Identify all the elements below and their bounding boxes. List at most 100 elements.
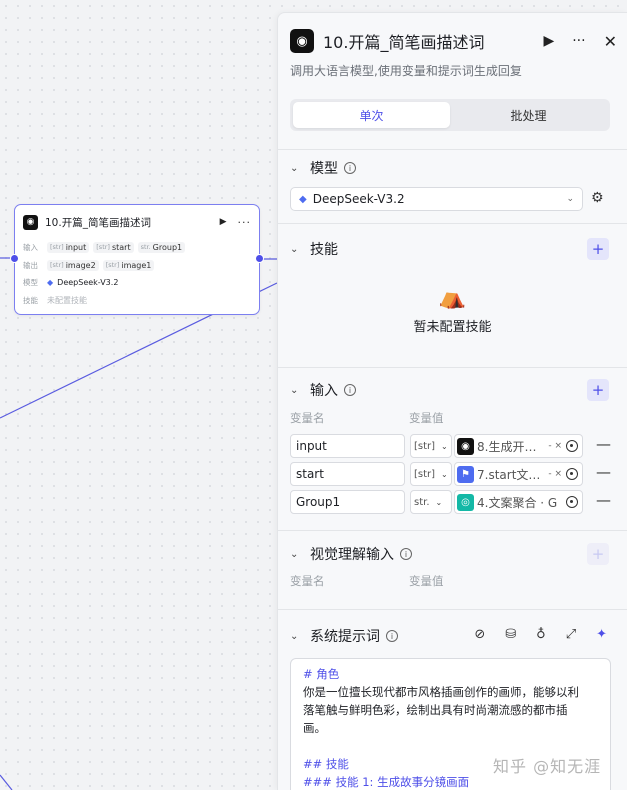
node-model-row: 模型 ◆ DeepSeek-V3.2 bbox=[23, 275, 118, 289]
system-prompt-section-header[interactable]: ⌄ 系统提示词 i bbox=[290, 626, 430, 646]
info-icon[interactable]: i bbox=[386, 630, 398, 642]
llm-node[interactable]: ◉ 10.开篇_简笔画描述词 ▶ ··· 输入 [str] input [str]… bbox=[14, 204, 260, 315]
info-icon[interactable]: i bbox=[344, 384, 356, 396]
add-skill-button[interactable]: + bbox=[587, 238, 609, 260]
prompt-line: 你是一位擅长现代都市风格插画创作的画师，能够以利 bbox=[303, 685, 579, 699]
chevron-down-icon[interactable]: ⌄ bbox=[290, 385, 302, 396]
run-icon[interactable]: ▶ bbox=[220, 217, 227, 227]
empty-box-icon: ⛺ bbox=[438, 285, 467, 310]
more-icon[interactable]: ··· bbox=[572, 33, 585, 49]
divider bbox=[278, 609, 627, 610]
edge-bottom-curve bbox=[0, 774, 13, 790]
panel-header: ◉ 10.开篇_简笔画描述词 ▶ ··· ✕ bbox=[290, 29, 617, 53]
node-model-value: DeepSeek-V3.2 bbox=[57, 277, 119, 287]
inputs-section-header[interactable]: ⌄ 输入 i + bbox=[290, 379, 609, 401]
variable-type-select[interactable]: [str] ⌄ bbox=[410, 462, 452, 486]
variable-value-text: 7.start文… bbox=[477, 467, 541, 482]
remove-input-button[interactable]: — bbox=[596, 463, 611, 481]
target-icon[interactable] bbox=[566, 468, 578, 480]
node-input-tag: [str] input bbox=[47, 241, 90, 253]
variable-name-field[interactable]: start bbox=[290, 462, 405, 486]
chevron-down-icon[interactable]: ⌄ bbox=[290, 631, 302, 642]
chevron-down-icon[interactable]: ⌄ bbox=[290, 244, 302, 255]
model-select-value: DeepSeek-V3.2 bbox=[312, 192, 405, 206]
input-variable-row: start [str] ⌄ ⚑ 7.start文… - × — bbox=[290, 462, 626, 486]
tab-single[interactable]: 单次 bbox=[293, 102, 450, 128]
input-variable-row: Group1 str. ⌄ ◎ 4.文案聚合 · G — bbox=[290, 490, 626, 514]
target-icon[interactable] bbox=[566, 496, 578, 508]
model-section-header[interactable]: ⌄ 模型 i bbox=[290, 158, 609, 178]
clear-icon[interactable]: - × bbox=[548, 469, 562, 479]
tab-batch[interactable]: 批处理 bbox=[450, 102, 607, 128]
node-output-port[interactable] bbox=[255, 254, 264, 263]
close-icon[interactable]: ✕ bbox=[604, 32, 617, 51]
chevron-down-icon: ⌄ bbox=[441, 441, 448, 451]
node-skill-row: 技能 未配置技能 bbox=[23, 293, 87, 307]
variable-value-ref[interactable]: ◎ 4.文案聚合 · G bbox=[454, 490, 583, 514]
chevron-down-icon[interactable]: ⌄ bbox=[290, 163, 302, 174]
chevron-down-icon: ⌄ bbox=[435, 497, 443, 507]
info-icon[interactable]: i bbox=[400, 548, 412, 560]
divider bbox=[278, 367, 627, 368]
divider bbox=[278, 149, 627, 150]
vision-section-title: 视觉理解输入 bbox=[310, 547, 394, 563]
column-header-name: 变量名 bbox=[290, 411, 325, 425]
variable-name-field[interactable]: Group1 bbox=[290, 490, 405, 514]
info-icon[interactable]: i bbox=[344, 162, 356, 174]
node-title: 10.开篇_简笔画描述词 bbox=[45, 216, 151, 229]
target-icon[interactable] bbox=[566, 440, 578, 452]
skills-section-header[interactable]: ⌄ 技能 + bbox=[290, 238, 609, 260]
add-input-button[interactable]: + bbox=[587, 379, 609, 401]
prompt-line: 画。 bbox=[303, 721, 326, 735]
node-input-port[interactable] bbox=[10, 254, 19, 263]
variable-name-field[interactable]: input bbox=[290, 434, 405, 458]
node-config-panel: ◉ 10.开篇_简笔画描述词 ▶ ··· ✕ 调用大语言模型,使用变量和提示词生… bbox=[277, 12, 627, 790]
node-input-label: 输入 bbox=[23, 242, 38, 252]
chevron-down-icon: ⌄ bbox=[566, 194, 574, 204]
column-header-value: 变量值 bbox=[409, 574, 444, 588]
expand-icon[interactable]: ⤢ bbox=[566, 627, 576, 642]
variable-type-select[interactable]: str. ⌄ bbox=[410, 490, 452, 514]
sparkle-icon[interactable]: ✦ bbox=[596, 627, 607, 642]
variable-value-ref[interactable]: ⚑ 7.start文… - × bbox=[454, 462, 583, 486]
clear-icon[interactable]: - × bbox=[548, 441, 562, 451]
node-skill-value: 未配置技能 bbox=[47, 295, 87, 305]
node-output-tag: [str] image2 bbox=[47, 259, 99, 271]
divider bbox=[278, 223, 627, 224]
run-icon[interactable]: ▶ bbox=[543, 33, 554, 49]
split-icon: ⚑ bbox=[457, 465, 474, 483]
whale-icon: ◆ bbox=[299, 193, 307, 205]
compass-icon[interactable]: ⊘ bbox=[474, 627, 485, 642]
remove-input-button[interactable]: — bbox=[596, 491, 611, 509]
prompt-toolbar: ⊘ ⛁ ♁ ⤢ ✦ bbox=[474, 627, 607, 642]
node-model-label: 模型 bbox=[23, 277, 38, 287]
skills-section-title: 技能 bbox=[310, 242, 338, 258]
watermark: 知乎 @知无涯 bbox=[493, 757, 602, 776]
lightbulb-icon[interactable]: ♁ bbox=[536, 627, 546, 642]
add-vision-input-button[interactable]: + bbox=[587, 543, 609, 565]
model-select[interactable]: ◆ DeepSeek-V3.2 ⌄ bbox=[290, 187, 583, 211]
gear-icon[interactable]: ⚙ bbox=[591, 190, 604, 206]
node-inputs-row: 输入 [str] input [str] start str. Group1 bbox=[23, 240, 189, 254]
bot-icon: ◉ bbox=[457, 437, 474, 455]
bot-icon: ◉ bbox=[290, 29, 314, 53]
library-icon[interactable]: ⛁ bbox=[505, 627, 516, 642]
skills-empty-state: ⛺ 暂未配置技能 bbox=[278, 285, 627, 335]
divider bbox=[278, 530, 627, 531]
run-mode-tabs: 单次 批处理 bbox=[290, 99, 610, 131]
chevron-down-icon[interactable]: ⌄ bbox=[290, 549, 302, 560]
variable-value-ref[interactable]: ◉ 8.生成开… - × bbox=[454, 434, 583, 458]
more-icon[interactable]: ··· bbox=[238, 216, 252, 229]
system-prompt-title: 系统提示词 bbox=[310, 629, 380, 645]
panel-description: 调用大语言模型,使用变量和提示词生成回复 bbox=[290, 64, 522, 78]
inputs-section-title: 输入 bbox=[310, 383, 338, 399]
skills-empty-text: 暂未配置技能 bbox=[413, 320, 492, 335]
variable-type-select[interactable]: [str] ⌄ bbox=[410, 434, 452, 458]
chevron-down-icon: ⌄ bbox=[441, 469, 448, 479]
vision-section-header[interactable]: ⌄ 视觉理解输入 i + bbox=[290, 543, 609, 565]
model-section-title: 模型 bbox=[310, 161, 338, 177]
variable-value-text: 8.生成开… bbox=[477, 439, 537, 454]
node-input-tag: str. Group1 bbox=[137, 241, 186, 253]
node-output-tag: [str] image1 bbox=[102, 259, 155, 271]
remove-input-button[interactable]: — bbox=[596, 435, 611, 453]
